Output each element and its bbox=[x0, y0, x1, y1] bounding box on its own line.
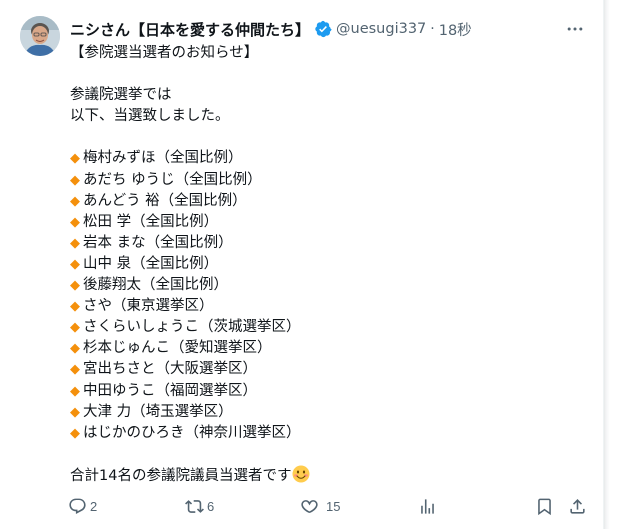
author-handle[interactable]: @uesugi337 bbox=[336, 21, 426, 37]
winner-name: 山中 泉（全国比例） bbox=[83, 255, 219, 272]
winner-name: さや（東京選挙区） bbox=[83, 298, 214, 315]
orange-diamond-icon: ◆ bbox=[70, 151, 80, 167]
winner-list-item: ◆ さや（東京選挙区） bbox=[70, 296, 590, 317]
winner-name: 松田 学（全国比例） bbox=[83, 213, 219, 230]
orange-diamond-icon: ◆ bbox=[70, 172, 80, 188]
verified-badge-icon bbox=[314, 20, 332, 38]
avatar-photo bbox=[20, 16, 60, 56]
post-card[interactable]: ニシさん【日本を愛する仲間たち】 @uesugi337 · 18秒 【参院選当選… bbox=[0, 0, 604, 529]
post-intro-line-1: 参議院選挙では bbox=[70, 87, 172, 104]
post-headline: 【参院選当選者のお知らせ】 bbox=[70, 45, 259, 61]
post-text: 【参院選当選者のお知らせ】 参議院選挙では 以下、当選致しました。 ◆ 梅村みずほ… bbox=[70, 43, 590, 486]
window-edge bbox=[604, 0, 631, 529]
winner-list-item: ◆ 後藤翔太（全国比例） bbox=[70, 275, 590, 296]
winner-name: 梅村みずほ（全国比例） bbox=[83, 150, 243, 167]
winner-list-item: ◆ 山中 泉（全国比例） bbox=[70, 254, 590, 275]
winner-list-item: ◆ 杉本じゅんこ（愛知選挙区） bbox=[70, 338, 590, 359]
view-analytics-button[interactable] bbox=[418, 492, 437, 520]
winner-list-item: ◆ 松田 学（全国比例） bbox=[70, 212, 590, 233]
winner-list-item: ◆ 岩本 まな（全国比例） bbox=[70, 233, 590, 254]
bookmark-button[interactable] bbox=[535, 492, 554, 520]
winner-name: 岩本 まな（全国比例） bbox=[83, 234, 233, 251]
heart-icon bbox=[300, 497, 319, 516]
winner-list-item: ◆ あんどう 裕（全国比例） bbox=[70, 191, 590, 212]
repost-icon bbox=[185, 497, 204, 516]
avatar[interactable] bbox=[20, 16, 60, 56]
winner-list-item: ◆ さくらいしょうこ（茨城選挙区） bbox=[70, 317, 590, 338]
winner-list-item: ◆ あだち ゆうじ（全国比例） bbox=[70, 170, 590, 191]
winner-name: 宮出ちさと（大阪選挙区） bbox=[83, 361, 257, 378]
post-action-bar: 2 6 15 bbox=[60, 492, 590, 520]
winner-name: あだち ゆうじ（全国比例） bbox=[83, 171, 262, 188]
meta-separator: · bbox=[430, 21, 435, 37]
winner-name: 中田ゆうこ（福岡選挙区） bbox=[83, 382, 257, 399]
winner-list-item: ◆ 中田ゆうこ（福岡選挙区） bbox=[70, 381, 590, 402]
orange-diamond-icon: ◆ bbox=[70, 383, 80, 399]
reply-button[interactable]: 2 bbox=[68, 492, 97, 520]
orange-diamond-icon: ◆ bbox=[70, 256, 80, 272]
orange-diamond-icon: ◆ bbox=[70, 320, 80, 336]
post-summary: 合計14名の参議院議員当選者です bbox=[70, 465, 590, 486]
winner-name: 杉本じゅんこ（愛知選挙区） bbox=[83, 340, 272, 357]
orange-diamond-icon: ◆ bbox=[70, 362, 80, 378]
display-name[interactable]: ニシさん【日本を愛する仲間たち】 bbox=[70, 19, 310, 40]
bookmark-icon bbox=[535, 497, 554, 516]
orange-diamond-icon: ◆ bbox=[70, 214, 80, 230]
winner-name: さくらいしょうこ（茨城選挙区） bbox=[83, 319, 301, 336]
post-timestamp[interactable]: 18秒 bbox=[439, 19, 472, 40]
orange-diamond-icon: ◆ bbox=[70, 404, 80, 420]
winner-name: 大津 力（埼玉選挙区） bbox=[83, 403, 233, 420]
more-options-icon[interactable] bbox=[562, 19, 588, 39]
like-count: 15 bbox=[326, 498, 341, 514]
orange-diamond-icon: ◆ bbox=[70, 341, 80, 357]
orange-diamond-icon: ◆ bbox=[70, 299, 80, 315]
analytics-icon bbox=[418, 497, 437, 516]
winner-list-item: ◆ 梅村みずほ（全国比例） bbox=[70, 148, 590, 169]
orange-diamond-icon: ◆ bbox=[70, 235, 80, 251]
winner-list-item: ◆ 大津 力（埼玉選挙区） bbox=[70, 402, 590, 423]
post-summary-text: 合計14名の参議院議員当選者です bbox=[70, 467, 292, 484]
reply-icon bbox=[68, 497, 87, 516]
winner-name: あんどう 裕（全国比例） bbox=[83, 192, 247, 209]
winner-list-item: ◆ 宮出ちさと（大阪選挙区） bbox=[70, 359, 590, 380]
repost-count: 6 bbox=[207, 498, 215, 514]
winner-list: ◆ 梅村みずほ（全国比例） ◆ あだち ゆうじ（全国比例） ◆ あんどう 裕（全国比例） ◆… bbox=[70, 148, 590, 443]
like-button[interactable]: 15 bbox=[300, 492, 340, 520]
repost-button[interactable]: 6 bbox=[185, 492, 214, 520]
winner-name: 後藤翔太（全国比例） bbox=[83, 277, 228, 294]
share-icon bbox=[568, 497, 587, 516]
winner-list-item: ◆ はじかのひろき（神奈川選挙区） bbox=[70, 423, 590, 444]
winner-name: はじかのひろき（神奈川選挙区） bbox=[83, 424, 301, 441]
reply-count: 2 bbox=[90, 498, 98, 514]
orange-diamond-icon: ◆ bbox=[70, 193, 80, 209]
orange-diamond-icon: ◆ bbox=[70, 425, 80, 441]
orange-diamond-icon: ◆ bbox=[70, 278, 80, 294]
post-header: ニシさん【日本を愛する仲間たち】 @uesugi337 · 18秒 bbox=[70, 18, 600, 40]
smiling-face-icon bbox=[292, 465, 310, 483]
share-button[interactable] bbox=[568, 492, 587, 520]
post-intro-line-2: 以下、当選致しました。 bbox=[70, 108, 230, 125]
